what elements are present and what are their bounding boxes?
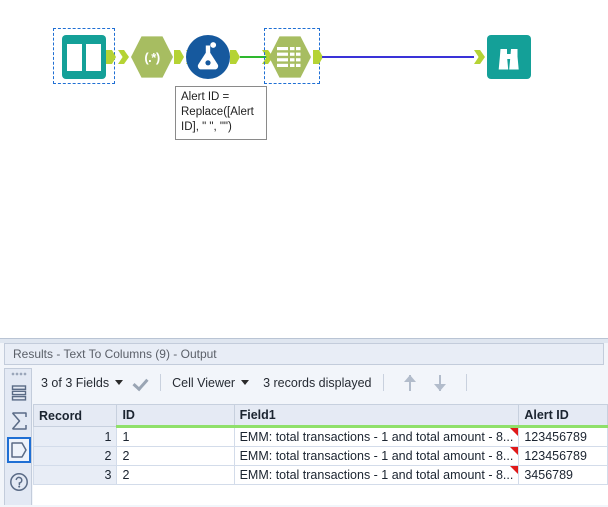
table-row[interactable]: 3 2 EMM: total transactions - 1 and tota… (33, 465, 608, 485)
output-anchor-regex[interactable] (174, 50, 184, 64)
sigma-icon[interactable] (7, 408, 31, 434)
results-table: Record ID Field1 Alert ID 1 1 EMM: total… (33, 404, 608, 485)
results-panel-title: Results - Text To Columns (9) - Output (4, 343, 604, 365)
regex-icon-label: (.*) (144, 49, 160, 65)
cell-alert-id[interactable]: 123456789 (518, 426, 608, 447)
regex-icon: (.*) (131, 36, 173, 78)
cell-alert-id[interactable]: 123456789 (518, 446, 608, 466)
cell-id[interactable]: 2 (116, 465, 235, 485)
table-row[interactable]: 1 1 EMM: total transactions - 1 and tota… (33, 426, 608, 447)
results-panel: Results - Text To Columns (9) - Output 3… (0, 338, 608, 507)
view-mode-label: Cell Viewer (172, 375, 236, 390)
connection-text-to-columns-to-browse[interactable] (322, 56, 474, 58)
tool-regex[interactable]: (.*) (131, 35, 173, 79)
records-displayed: 3 records displayed (263, 376, 371, 390)
chevron-down-icon (241, 380, 250, 385)
view-mode-selector[interactable]: Cell Viewer (172, 376, 253, 390)
toolbar-separator-2 (382, 374, 384, 391)
cell-id[interactable]: 1 (116, 426, 235, 447)
toolbar-separator-3 (465, 374, 467, 391)
cell-record: 3 (33, 465, 118, 485)
annotation-line-1: Alert ID = (181, 91, 230, 103)
cell-field1[interactable]: EMM: total transactions - 1 and total am… (233, 465, 520, 485)
book-icon (62, 35, 106, 79)
table-row[interactable]: 2 2 EMM: total transactions - 1 and tota… (33, 446, 608, 466)
annotation-line-3: ID], " ", "") (181, 121, 232, 133)
results-data-grid[interactable]: Record ID Field1 Alert ID 1 1 EMM: total… (33, 404, 608, 505)
fields-selector-label: 3 of 3 Fields (41, 375, 110, 390)
fields-selector[interactable]: 3 of 3 Fields (41, 376, 127, 390)
arrow-down-icon[interactable] (429, 372, 451, 394)
input-anchor-regex[interactable] (118, 50, 129, 64)
messages-icon[interactable] (7, 380, 31, 406)
toolbar-separator-1 (160, 374, 162, 391)
cell-alert-id[interactable]: 3456789 (518, 465, 608, 485)
table-header-row: Record ID Field1 Alert ID (33, 404, 608, 428)
table-grid-glyph (277, 47, 303, 67)
cell-record: 1 (33, 426, 118, 447)
column-header-field1[interactable]: Field1 (233, 404, 520, 428)
cell-record: 2 (33, 446, 118, 466)
tool-formula[interactable] (186, 35, 230, 79)
flask-icon (186, 35, 230, 79)
cell-field1[interactable]: EMM: total transactions - 1 and total am… (233, 426, 520, 447)
results-icon-rail (4, 368, 32, 505)
cell-id[interactable]: 2 (116, 446, 235, 466)
workflow-canvas[interactable]: (.*) Alert ID = Replace([Alert ID], " ",… (0, 0, 608, 338)
column-header-alert-id[interactable]: Alert ID (518, 404, 608, 428)
input-anchor-browse[interactable] (474, 50, 485, 64)
tool-browse[interactable] (487, 35, 531, 79)
chevron-down-icon (115, 380, 124, 385)
results-title-text: Results - Text To Columns (9) - Output (13, 347, 217, 361)
column-header-id[interactable]: ID (116, 404, 235, 428)
formula-annotation: Alert ID = Replace([Alert ID], " ", "") (175, 86, 267, 140)
tool-input-data[interactable] (62, 35, 106, 79)
connection-formula-to-text-to-columns[interactable] (240, 56, 267, 58)
arrow-up-icon[interactable] (399, 372, 421, 394)
pentagon-icon[interactable] (7, 437, 31, 463)
cell-field1[interactable]: EMM: total transactions - 1 and total am… (233, 446, 520, 466)
table-grid-icon (269, 36, 311, 78)
output-anchor-formula[interactable] (230, 50, 240, 64)
help-icon[interactable] (7, 469, 31, 495)
column-header-record[interactable]: Record (33, 404, 118, 427)
binoculars-icon (487, 35, 531, 79)
results-toolbar: 3 of 3 Fields Cell Viewer 3 records disp… (33, 368, 604, 397)
annotation-line-2: Replace([Alert (181, 106, 254, 118)
checkmark-icon[interactable] (133, 375, 149, 391)
tool-text-to-columns[interactable] (269, 35, 311, 79)
records-displayed-label: 3 records displayed (263, 375, 372, 390)
alteryx-designer-window: (.*) Alert ID = Replace([Alert ID], " ",… (0, 0, 608, 507)
rail-drag-handle[interactable] (11, 372, 27, 376)
